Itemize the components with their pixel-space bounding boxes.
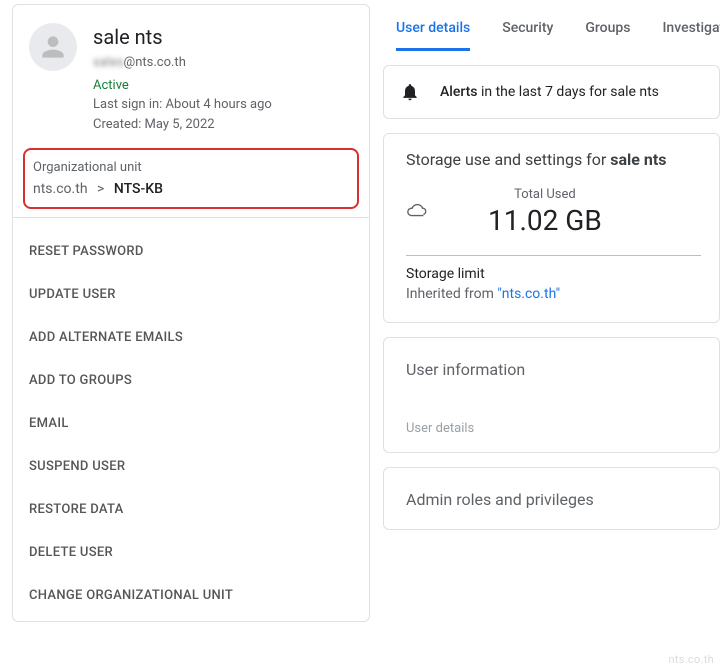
tab-user-details[interactable]: User details [396,10,470,51]
storage-title: Storage use and settings for sale nts [406,150,701,169]
user-info-title: User information [406,360,697,379]
storage-limit-inherit: Inherited from "nts.co.th" [406,286,701,302]
tabs: User details Security Groups Investigate [382,4,720,51]
user-info-sub: User details [384,399,719,452]
action-suspend-user[interactable]: SUSPEND USER [13,445,369,488]
org-unit-path: nts.co.th > NTS-KB [33,181,349,197]
admin-roles-card[interactable]: Admin roles and privileges [383,467,720,530]
tab-investigate[interactable]: Investigate [662,10,720,51]
cloud-icon [406,199,428,225]
action-reset-password[interactable]: RESET PASSWORD [13,230,369,273]
person-icon [37,31,69,63]
org-unit-label: Organizational unit [33,160,349,175]
last-signin: Last sign in: About 4 hours ago [93,95,272,115]
divider [13,217,369,218]
bell-icon [400,82,420,102]
user-email: sales@nts.co.th [93,55,272,70]
user-info-card[interactable]: User information User details [383,337,720,453]
action-restore-data[interactable]: RESTORE DATA [13,488,369,531]
created-date: Created: May 5, 2022 [93,115,272,135]
actions-list: RESET PASSWORDUPDATE USERADD ALTERNATE E… [13,226,369,621]
action-email[interactable]: EMAIL [13,402,369,445]
total-used-label: Total Used [488,187,602,202]
total-used-value: 11.02 GB [488,204,602,237]
action-change-organizational-unit[interactable]: CHANGE ORGANIZATIONAL UNIT [13,574,369,617]
divider [406,255,701,256]
alerts-card[interactable]: Alerts in the last 7 days for sale nts [383,65,720,119]
avatar [29,23,77,71]
inherit-link[interactable]: "nts.co.th" [497,286,560,302]
admin-roles-title: Admin roles and privileges [406,490,697,509]
user-name: sale nts [93,25,272,49]
alerts-text: Alerts in the last 7 days for sale nts [440,84,659,100]
user-status: Active [93,78,272,93]
tab-groups[interactable]: Groups [585,10,630,51]
action-add-to-groups[interactable]: ADD TO GROUPS [13,359,369,402]
storage-limit-label: Storage limit [406,266,701,282]
action-add-alternate-emails[interactable]: ADD ALTERNATE EMAILS [13,316,369,359]
action-delete-user[interactable]: DELETE USER [13,531,369,574]
action-update-user[interactable]: UPDATE USER [13,273,369,316]
organizational-unit-box[interactable]: Organizational unit nts.co.th > NTS-KB [23,148,359,209]
tab-security[interactable]: Security [502,10,553,51]
watermark: nts.co.th [668,653,714,666]
storage-card: Storage use and settings for sale nts To… [383,133,720,323]
